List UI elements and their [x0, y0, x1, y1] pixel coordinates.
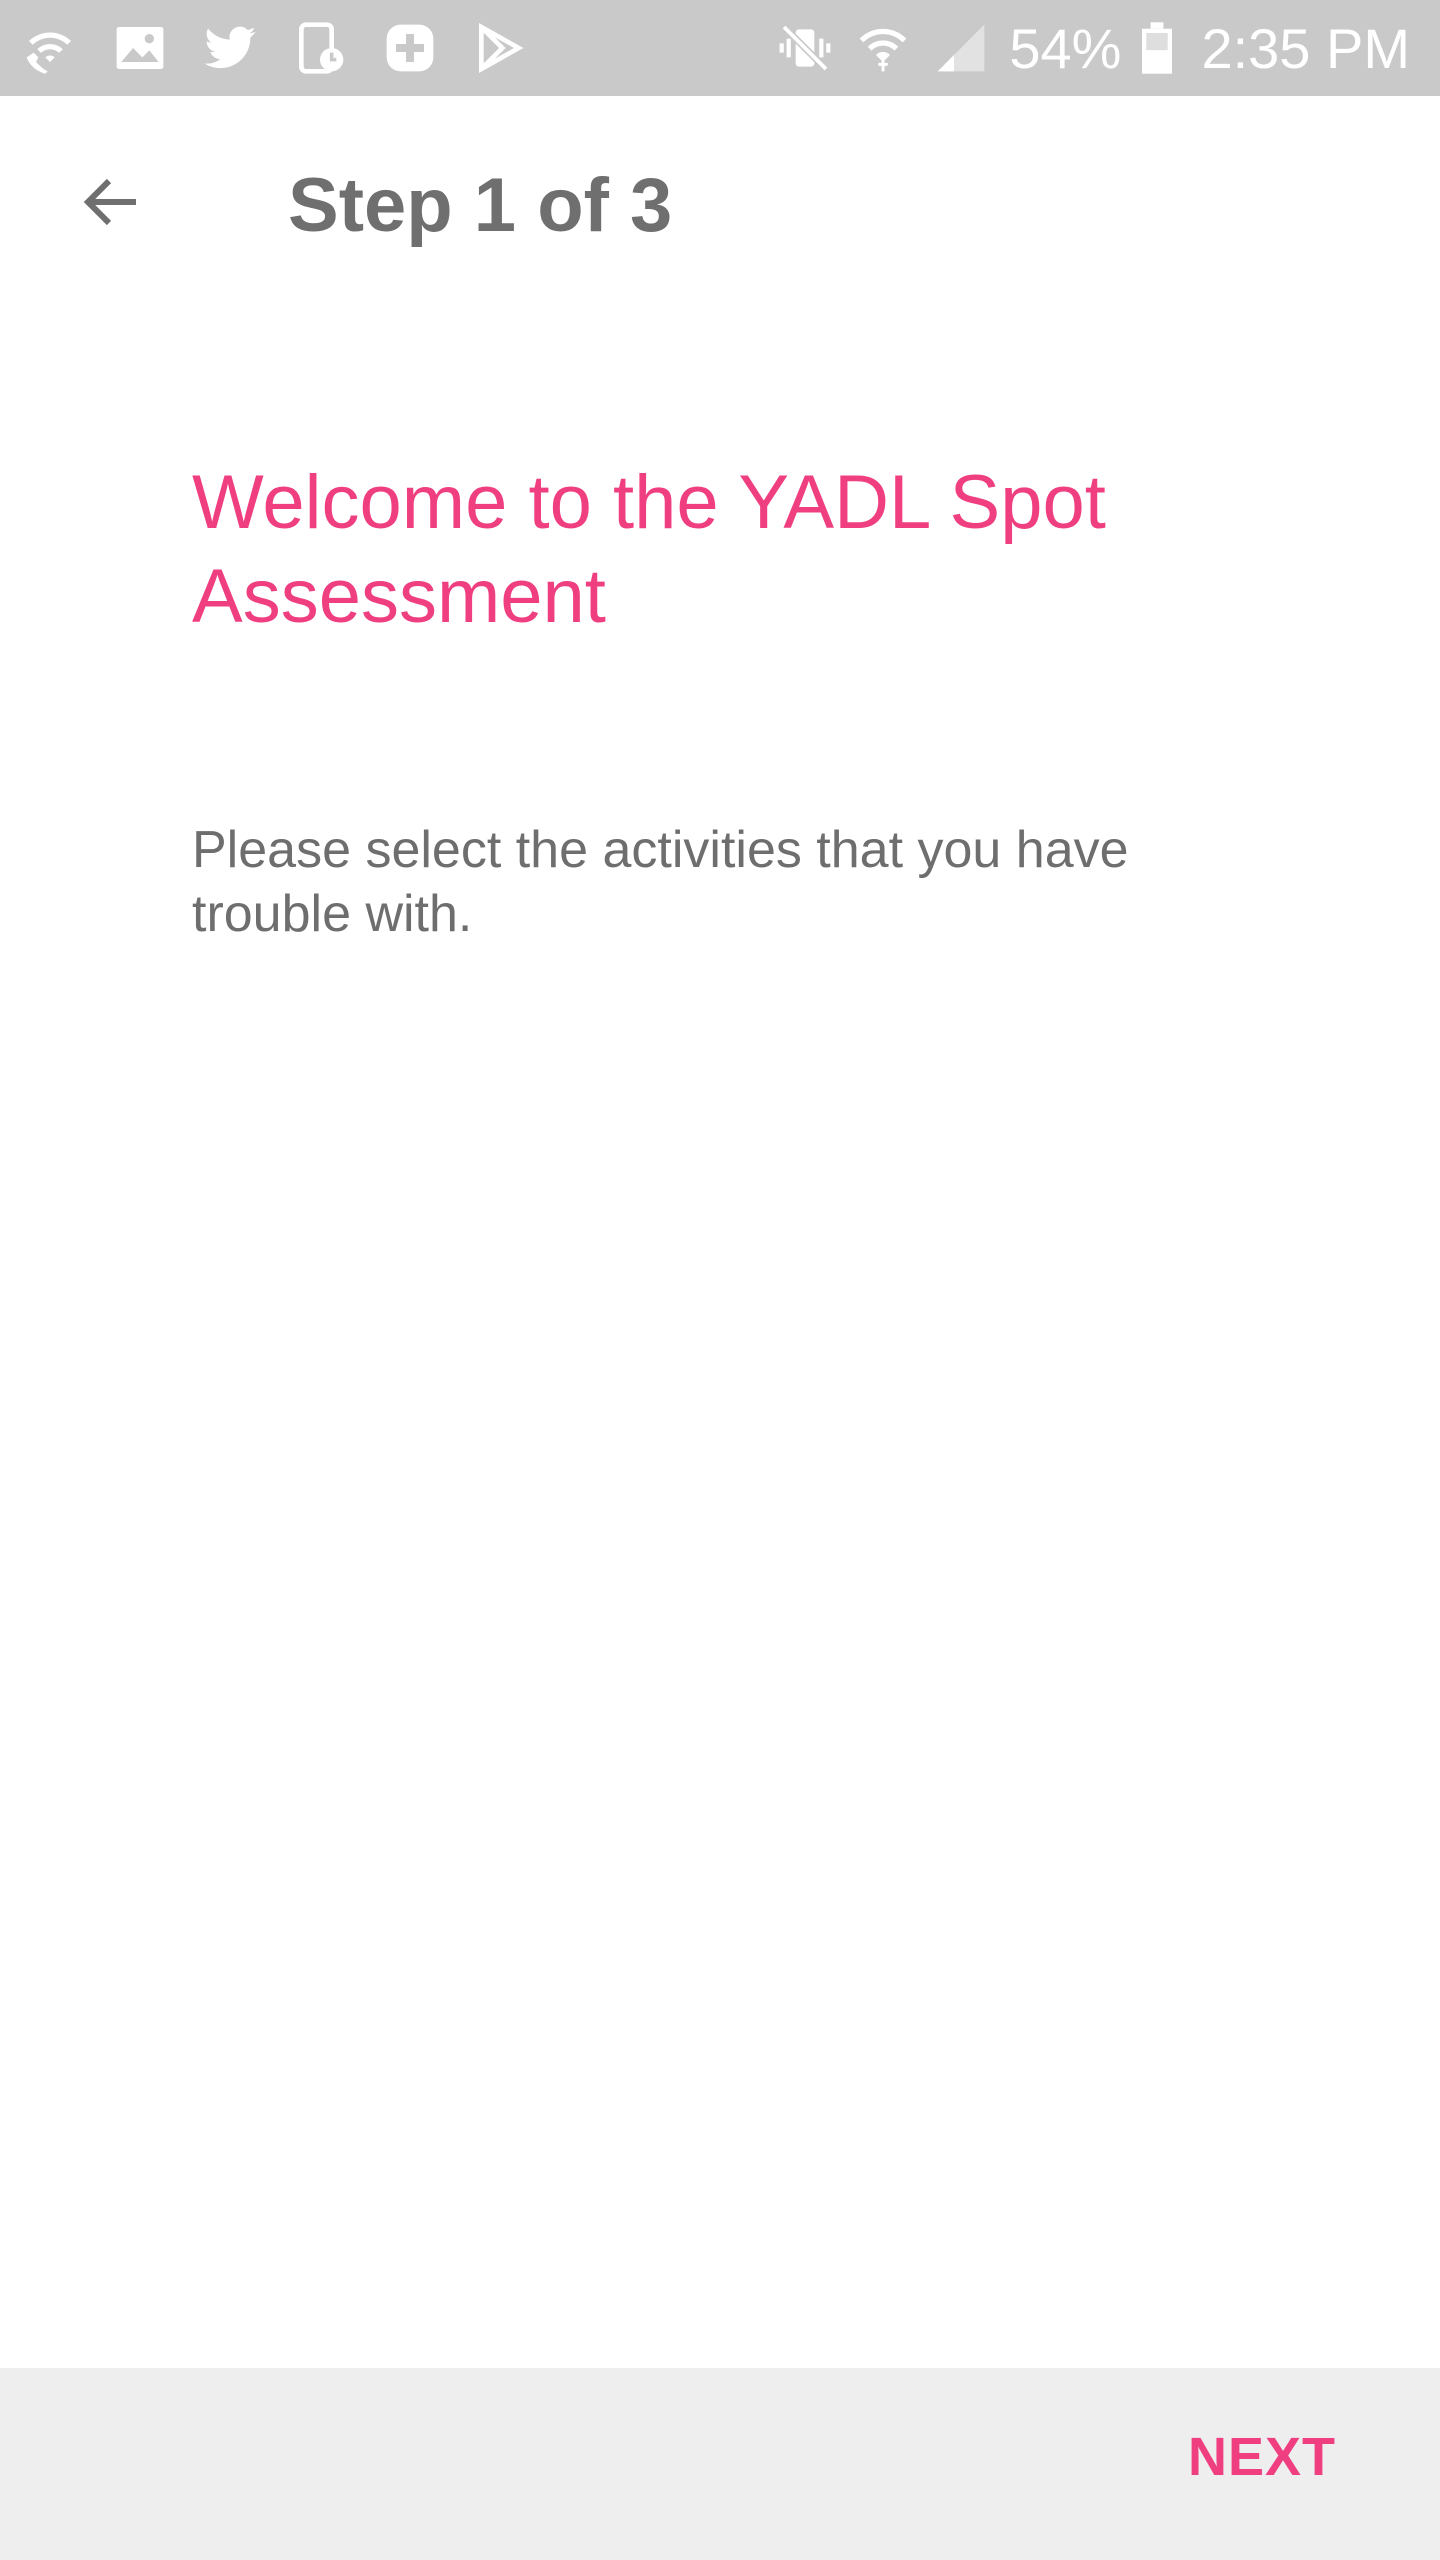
step-title: Step 1 of 3: [288, 163, 673, 248]
battery-icon: [1139, 18, 1175, 78]
bottom-navigation-bar: NEXT: [0, 2368, 1440, 2560]
app-bar: Step 1 of 3: [0, 96, 1440, 320]
mute-vibrate-icon: [775, 18, 835, 78]
twitter-icon: [200, 18, 260, 78]
clock: 2:35 PM: [1201, 16, 1410, 80]
instructions-text: Please select the activities that you ha…: [192, 821, 1129, 943]
play-store-icon: [470, 18, 530, 78]
back-button[interactable]: [56, 146, 168, 258]
arrow-back-icon: [83, 178, 136, 226]
battery-percentage: 54%: [1009, 16, 1122, 80]
image-icon: [110, 18, 170, 78]
wifi-icon: [853, 18, 913, 78]
welcome-title: Welcome to the YADL Spot Assessment: [192, 460, 1106, 639]
step-content: Welcome to the YADL Spot Assessment Plea…: [192, 456, 1252, 946]
notification-icons: [20, 16, 530, 80]
signal-icon: [931, 18, 991, 78]
next-button[interactable]: NEXT: [1188, 2426, 1336, 2488]
clock-sim-icon: [290, 18, 350, 78]
system-status: 54% 2:35 PM: [775, 10, 1410, 86]
plus-circle-icon: [380, 18, 440, 78]
wifi-call-icon: [20, 18, 80, 78]
status-bar: 54% 2:35 PM: [0, 0, 1440, 96]
